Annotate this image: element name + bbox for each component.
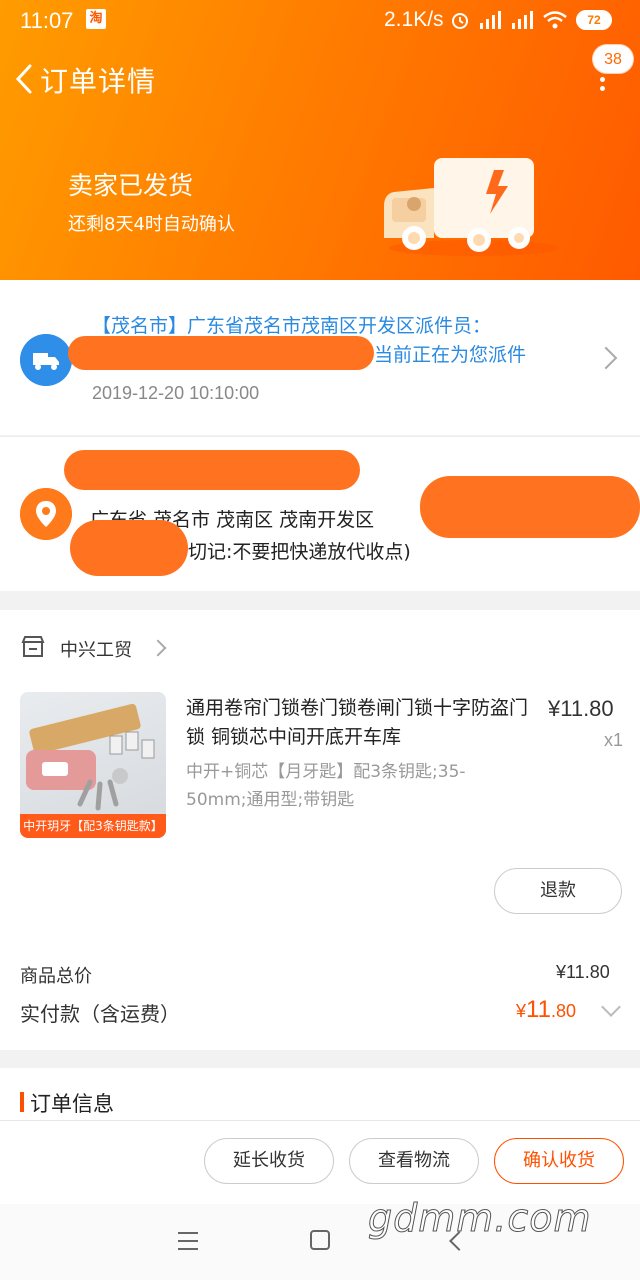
product-title[interactable]: 通用卷帘门锁卷门锁卷闸门锁十字防盗门锁 铜锁芯中间开底开车库 [186, 694, 536, 752]
shop-icon [21, 636, 45, 657]
paid-amount-label: 实付款（含运费） [20, 1002, 180, 1026]
extend-receipt-button[interactable]: 延长收货 [204, 1138, 334, 1184]
wifi-icon [543, 11, 567, 29]
product-quantity: x1 [604, 730, 624, 750]
delivery-truck-icon [20, 334, 72, 386]
paid-amount: ¥11.80 [516, 996, 576, 1024]
product-spec: 中开+铜芯【月牙匙】配3条钥匙;35-50mm;通用型;带钥匙 [186, 762, 466, 810]
paid-decimal: .80 [550, 1001, 576, 1021]
confirm-receipt-button[interactable]: 确认收货 [494, 1138, 624, 1184]
taobao-notification-icon: 淘 [86, 9, 106, 29]
shop-name[interactable]: 中兴工贸 [60, 636, 132, 662]
refund-button[interactable]: 退款 [494, 868, 622, 914]
paid-integer: 11 [526, 996, 551, 1023]
product-image-tag: 中开玥牙【配3条钥匙款】 [20, 814, 166, 838]
product-price: ¥11.80 [548, 696, 614, 721]
view-logistics-button[interactable]: 查看物流 [349, 1138, 479, 1184]
goods-total-label: 商品总价 [20, 966, 92, 987]
redacted-courier-info [68, 336, 374, 370]
delivery-truck-illustration [384, 158, 559, 256]
network-speed: 2.1K/s [384, 8, 444, 31]
recent-apps-icon[interactable] [178, 1232, 198, 1250]
page-title: 订单详情 [40, 65, 157, 98]
status-icons: 72 [450, 10, 612, 30]
auto-confirm-countdown: 还剩8天4时自动确认 [68, 214, 235, 235]
home-icon[interactable] [310, 1230, 330, 1250]
redacted-recipient-name [64, 450, 360, 490]
section-accent-bar [20, 1092, 24, 1112]
redacted-address-detail-2 [70, 520, 188, 576]
status-time: 11:07 [20, 8, 74, 33]
order-info-title: 订单信息 [30, 1092, 114, 1116]
signal-icon-2 [512, 11, 533, 29]
watermark: gdmm.com [368, 1196, 592, 1241]
shipment-status: 卖家已发货 [68, 171, 194, 200]
message-count-badge[interactable]: 38 [592, 44, 634, 74]
status-bar: 11:07 淘 2.1K/s 72 [0, 0, 640, 40]
location-pin-icon [20, 488, 72, 540]
paid-currency: ¥ [516, 1001, 527, 1021]
back-arrow-icon[interactable] [8, 56, 42, 102]
redacted-address-detail [420, 476, 640, 538]
goods-total-value: ¥11.80 [556, 962, 610, 982]
logistics-timestamp: 2019-12-20 10:10:00 [92, 383, 260, 403]
product-thumbnail[interactable]: 中开玥牙【配3条钥匙款】 [20, 692, 166, 838]
order-header: 11:07 淘 2.1K/s 72 订单详情 38 卖家已发货 还剩8天4时自动… [0, 0, 640, 280]
battery-icon: 72 [576, 10, 612, 30]
signal-icon [480, 11, 501, 29]
alarm-icon [452, 13, 468, 29]
